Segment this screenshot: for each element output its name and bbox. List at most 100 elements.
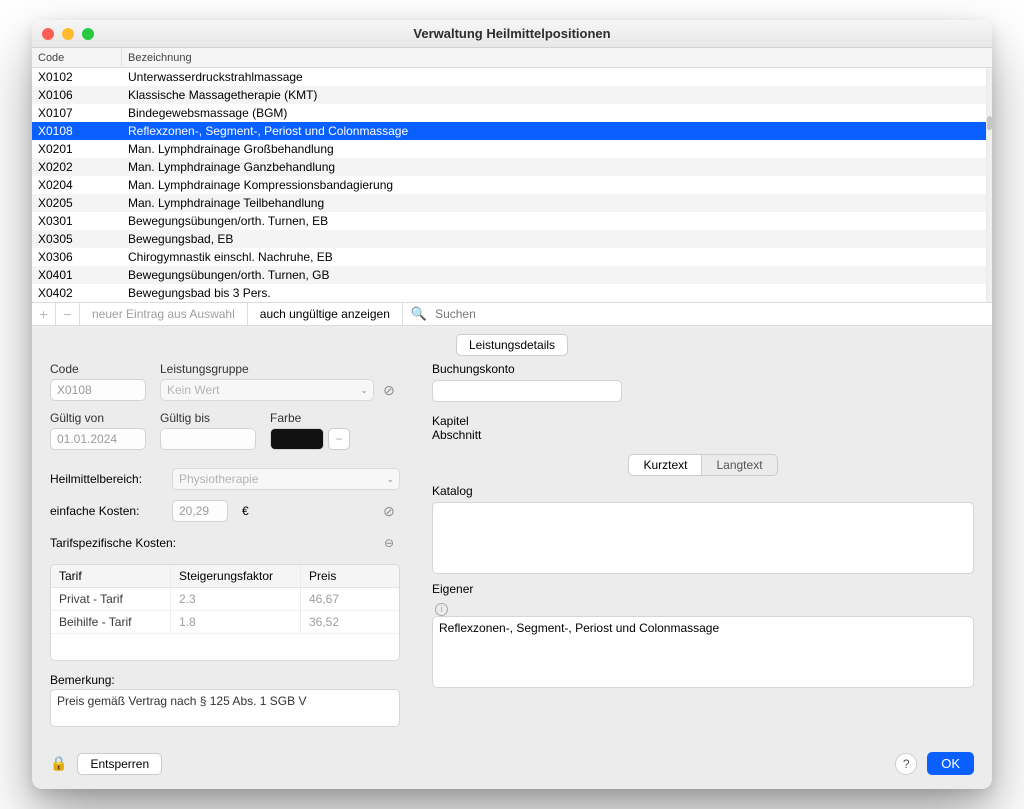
tarif-factor: 2.3 [171, 588, 301, 610]
table-row[interactable]: X0305Bewegungsbad, EB [32, 230, 992, 248]
einfache-kosten-input[interactable] [172, 500, 228, 522]
bemerkung-label: Bemerkung: [50, 673, 400, 687]
cell-name: Klassische Massagetherapie (KMT) [122, 88, 992, 102]
entsperren-button[interactable]: Entsperren [77, 753, 162, 775]
table-body[interactable]: X0102UnterwasserdruckstrahlmassageX0106K… [32, 68, 992, 302]
cell-code: X0305 [32, 232, 122, 246]
cell-code: X0202 [32, 160, 122, 174]
app-window: Verwaltung Heilmittelpositionen Code Bez… [32, 20, 992, 789]
table-row[interactable]: X0108Reflexzonen-, Segment-, Periost und… [32, 122, 992, 140]
tarif-table: Tarif Steigerungsfaktor Preis Privat - T… [50, 564, 400, 661]
cell-name: Chirogymnastik einschl. Nachruhe, EB [122, 250, 992, 264]
search-container: 🔍 [403, 303, 992, 325]
cell-name: Man. Lymphdrainage Großbehandlung [122, 142, 992, 156]
tarifkosten-minus-icon[interactable]: ⊖ [378, 532, 400, 554]
table-header: Code Bezeichnung [32, 48, 992, 68]
add-button[interactable]: + [32, 303, 56, 325]
tarif-row[interactable]: Privat - Tarif2.346,67 [51, 588, 399, 611]
abschnitt-label: Abschnitt [432, 428, 974, 442]
gueltig-von-input[interactable] [50, 428, 146, 450]
farbe-clear-button[interactable]: − [328, 428, 350, 450]
code-label: Code [50, 362, 146, 376]
katalog-textbox[interactable] [432, 502, 974, 574]
cell-name: Bewegungsübungen/orth. Turnen, EB [122, 214, 992, 228]
table-row[interactable]: X0202Man. Lymphdrainage Ganzbehandlung [32, 158, 992, 176]
minimize-window-icon[interactable] [62, 28, 74, 40]
cell-name: Bewegungsübungen/orth. Turnen, GB [122, 268, 992, 282]
heilmittelbereich-label: Heilmittelbereich: [50, 472, 158, 486]
tarif-row[interactable]: Beihilfe - Tarif1.836,52 [51, 611, 399, 634]
column-header-code[interactable]: Code [32, 48, 122, 68]
table-row[interactable]: X0301Bewegungsübungen/orth. Turnen, EB [32, 212, 992, 230]
leistungsgruppe-select[interactable]: Kein Wert [160, 379, 374, 401]
table-row[interactable]: X0402Bewegungsbad bis 3 Pers. [32, 284, 992, 302]
tarif-name: Beihilfe - Tarif [51, 611, 171, 633]
search-input[interactable] [433, 306, 984, 322]
eigener-textbox[interactable]: Reflexzonen-, Segment-, Periost und Colo… [432, 616, 974, 688]
details-panel: Leistungsdetails Code Leistungsgruppe [32, 326, 992, 742]
cell-name: Bewegungsbad bis 3 Pers. [122, 286, 992, 300]
cell-name: Man. Lymphdrainage Kompressionsbandagier… [122, 178, 992, 192]
eigener-label: Eigener [432, 582, 974, 596]
farbe-label: Farbe [270, 411, 350, 425]
tarif-factor: 1.8 [171, 611, 301, 633]
farbe-swatch[interactable] [270, 428, 324, 450]
heilmittelbereich-select[interactable]: Physiotherapie [172, 468, 400, 490]
table-row[interactable]: X0306Chirogymnastik einschl. Nachruhe, E… [32, 248, 992, 266]
tab-kurztext[interactable]: Kurztext [628, 454, 702, 476]
window-title: Verwaltung Heilmittelpositionen [32, 26, 992, 41]
cell-code: X0201 [32, 142, 122, 156]
tarif-header-faktor: Steigerungsfaktor [171, 565, 301, 587]
einfache-kosten-clear-icon[interactable]: ⊘ [378, 500, 400, 522]
table-row[interactable]: X0107Bindegewebsmassage (BGM) [32, 104, 992, 122]
titlebar: Verwaltung Heilmittelpositionen [32, 20, 992, 48]
lock-icon[interactable]: 🔒 [50, 755, 67, 772]
text-tabs: Kurztext Langtext [628, 454, 777, 476]
gueltig-bis-label: Gültig bis [160, 411, 256, 425]
table-row[interactable]: X0204Man. Lymphdrainage Kompressionsband… [32, 176, 992, 194]
cell-name: Bewegungsbad, EB [122, 232, 992, 246]
table-row[interactable]: X0205Man. Lymphdrainage Teilbehandlung [32, 194, 992, 212]
leistungsgruppe-clear-icon[interactable]: ⊘ [378, 379, 400, 401]
cell-code: X0108 [32, 124, 122, 138]
scroll-thumb[interactable] [987, 116, 992, 130]
table-row[interactable]: X0201Man. Lymphdrainage Großbehandlung [32, 140, 992, 158]
show-invalid-button[interactable]: auch ungültige anzeigen [248, 303, 403, 325]
cell-code: X0306 [32, 250, 122, 264]
close-window-icon[interactable] [42, 28, 54, 40]
cell-code: X0402 [32, 286, 122, 300]
zoom-window-icon[interactable] [82, 28, 94, 40]
tarifkosten-label: Tarifspezifische Kosten: [50, 536, 176, 550]
table-toolbar: + − neuer Eintrag aus Auswahl auch ungül… [32, 302, 992, 326]
cell-code: X0102 [32, 70, 122, 84]
ok-button[interactable]: OK [927, 752, 974, 775]
table-row[interactable]: X0106Klassische Massagetherapie (KMT) [32, 86, 992, 104]
cell-name: Man. Lymphdrainage Ganzbehandlung [122, 160, 992, 174]
cell-code: X0204 [32, 178, 122, 192]
cell-code: X0107 [32, 106, 122, 120]
katalog-label: Katalog [432, 484, 974, 498]
tarif-name: Privat - Tarif [51, 588, 171, 610]
cell-code: X0205 [32, 196, 122, 210]
cell-code: X0401 [32, 268, 122, 282]
code-input[interactable] [50, 379, 146, 401]
bemerkung-textarea[interactable]: Preis gemäß Vertrag nach § 125 Abs. 1 SG… [50, 689, 400, 727]
table-row[interactable]: X0401Bewegungsübungen/orth. Turnen, GB [32, 266, 992, 284]
buchungskonto-input[interactable] [432, 380, 622, 402]
leistungsdetails-tab[interactable]: Leistungsdetails [456, 334, 568, 356]
remove-button[interactable]: − [56, 303, 80, 325]
leistungsgruppe-label: Leistungsgruppe [160, 362, 400, 376]
tab-langtext[interactable]: Langtext [702, 454, 777, 476]
info-icon[interactable]: i [435, 603, 448, 616]
table-scrollbar[interactable] [986, 68, 992, 302]
column-header-name[interactable]: Bezeichnung [122, 48, 992, 68]
details-left-column: Code Leistungsgruppe Kein Wert ⌄ [50, 362, 400, 730]
currency-label: € [242, 504, 249, 518]
help-button[interactable]: ? [895, 753, 917, 775]
einfache-kosten-label: einfache Kosten: [50, 504, 158, 518]
gueltig-bis-input[interactable] [160, 428, 256, 450]
buchungskonto-label: Buchungskonto [432, 362, 974, 376]
new-from-selection-button[interactable]: neuer Eintrag aus Auswahl [80, 303, 248, 325]
table-row[interactable]: X0102Unterwasserdruckstrahlmassage [32, 68, 992, 86]
tarif-price: 46,67 [301, 588, 391, 610]
